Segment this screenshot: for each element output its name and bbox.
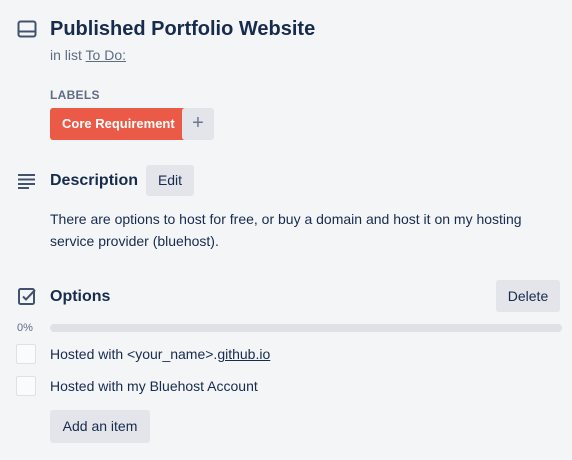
edit-description-button[interactable]: Edit	[146, 165, 194, 196]
description-icon	[18, 174, 35, 189]
delete-checklist-button[interactable]: Delete	[496, 280, 560, 312]
add-item-button[interactable]: Add an item	[50, 410, 150, 443]
description-title: Description	[50, 172, 139, 189]
list-link[interactable]: To Do:	[86, 47, 126, 63]
in-list-prefix: in list	[50, 47, 82, 63]
checklist-item-1-link[interactable]: github.io	[217, 346, 270, 362]
checklist-item-1[interactable]: Hosted with <your_name>.github.io	[50, 344, 270, 364]
card-title[interactable]: Published Portfolio Website	[50, 16, 315, 42]
checklist-item-1-text: Hosted with <your_name>.	[50, 346, 218, 362]
card-icon	[17, 20, 37, 38]
label-core-requirement[interactable]: Core Requirement	[50, 108, 187, 140]
in-list-line: in list To Do:	[50, 46, 126, 64]
checklist-icon	[18, 288, 36, 305]
description-text[interactable]: There are options to host for free, or b…	[50, 208, 555, 252]
add-label-button[interactable]: +	[182, 108, 214, 140]
progress-bar	[50, 324, 562, 332]
plus-icon: +	[192, 112, 204, 134]
progress-percent: 0%	[17, 322, 33, 334]
labels-heading: LABELS	[50, 88, 100, 102]
checkbox-icon[interactable]	[16, 376, 36, 396]
checklist-item-2[interactable]: Hosted with my Bluehost Account	[50, 376, 258, 396]
checklist-title[interactable]: Options	[50, 287, 110, 307]
checkbox-icon[interactable]	[16, 344, 36, 364]
